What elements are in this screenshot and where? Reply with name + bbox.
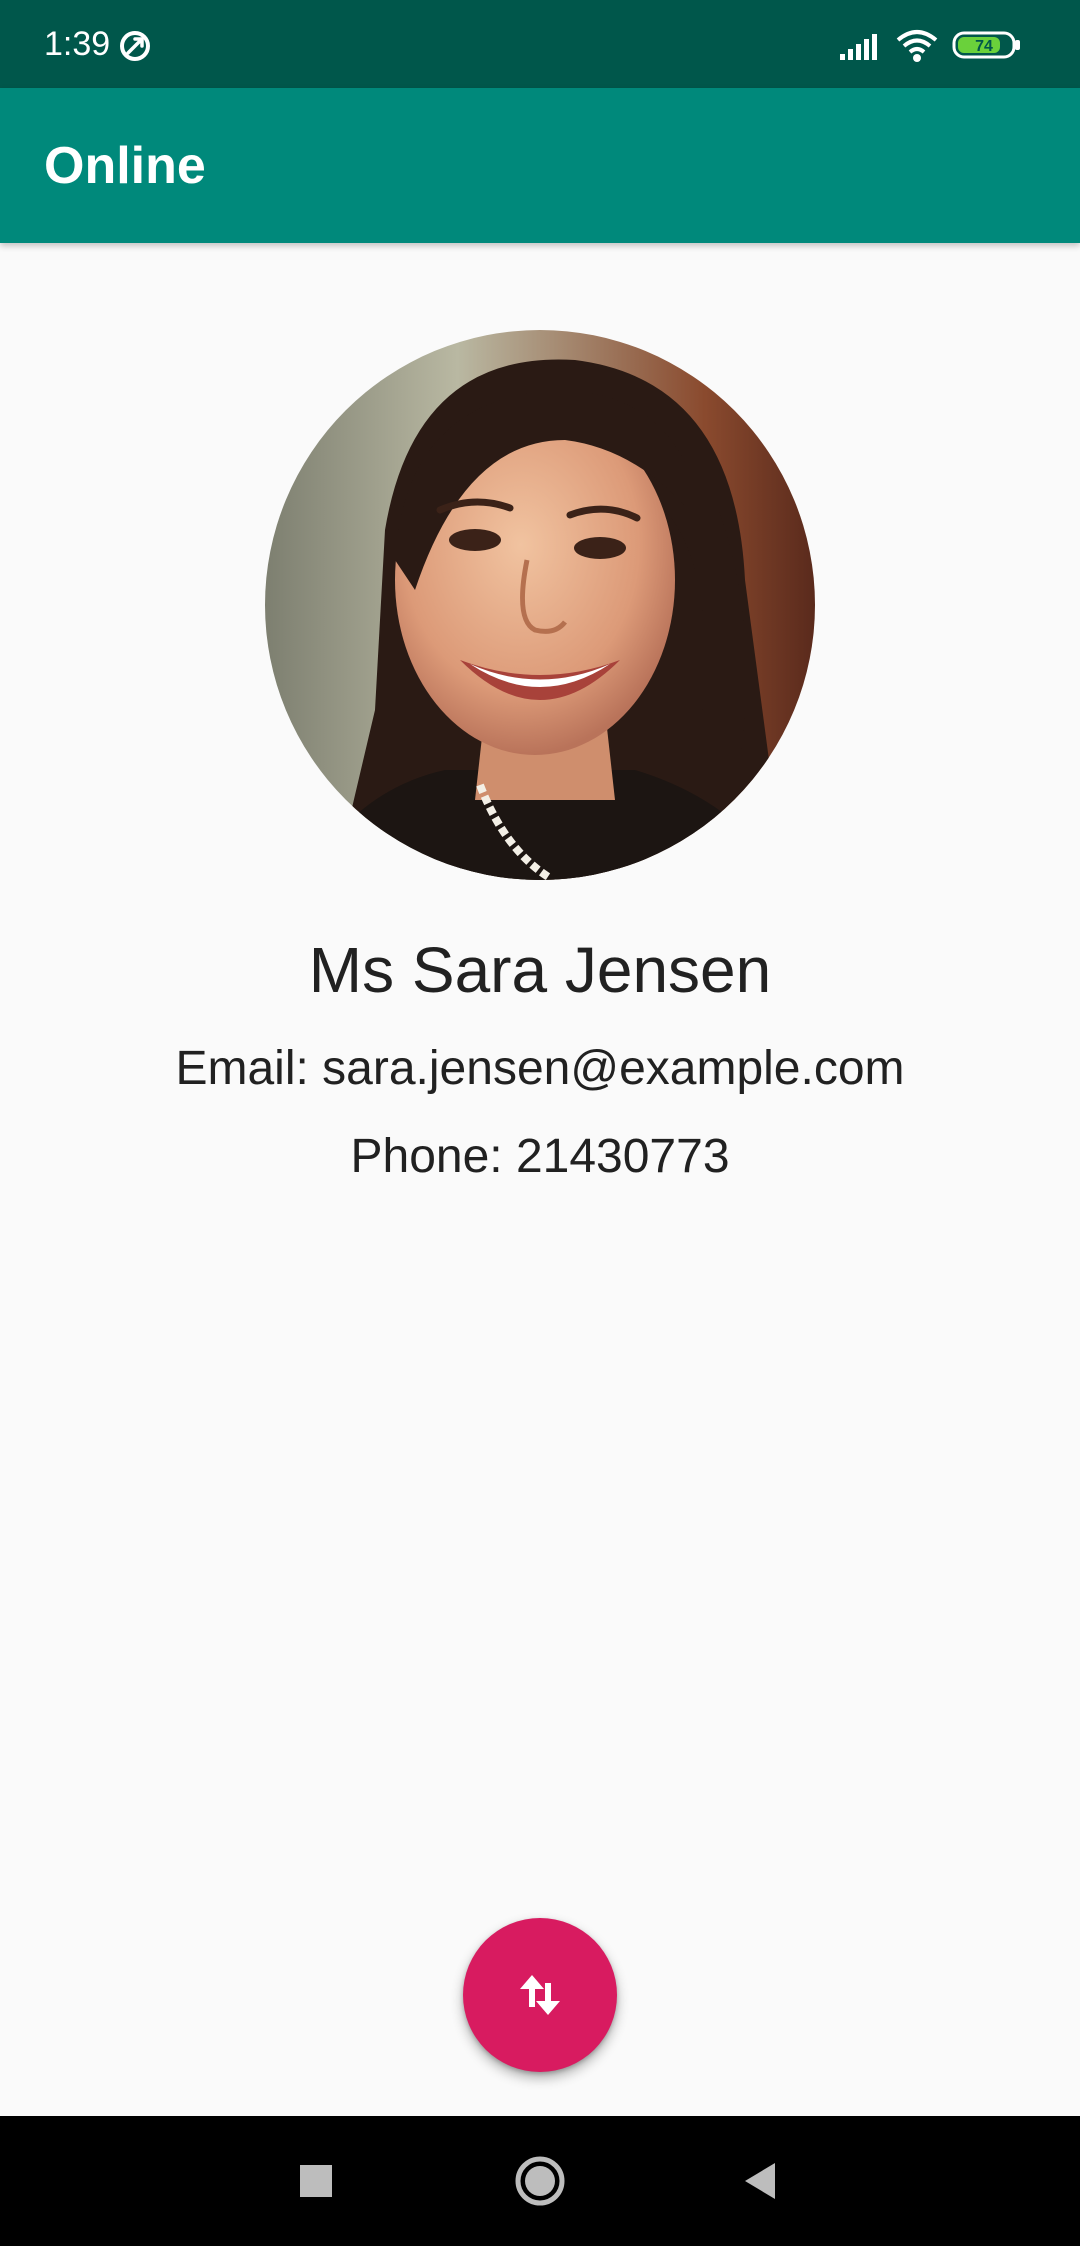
battery-icon: 74: [952, 31, 1020, 59]
home-icon[interactable]: [505, 2146, 575, 2216]
back-icon[interactable]: [725, 2146, 795, 2216]
swap-vertical-icon: [520, 1975, 560, 2015]
profile-avatar: [265, 330, 815, 880]
navigation-bar: [0, 2116, 1080, 2246]
swap-fab-button[interactable]: [463, 1918, 617, 2072]
sync-icon: [120, 31, 150, 61]
screen: 1:39 74 Online Ms Sara Jensen Email: sar…: [0, 0, 1080, 2246]
wifi-icon: [896, 30, 938, 62]
status-time: 1:39: [44, 25, 111, 63]
battery-level: 74: [975, 38, 993, 55]
profile-name: Ms Sara Jensen: [308, 934, 772, 1006]
app-bar: Online: [0, 88, 1080, 243]
signal-icon: [840, 34, 877, 60]
profile-email: Email: sara.jensen@example.com: [175, 1042, 905, 1095]
recents-icon[interactable]: [281, 2146, 351, 2216]
status-bar: 1:39 74: [0, 0, 1080, 88]
app-title: Online: [44, 137, 206, 195]
profile-phone: Phone: 21430773: [350, 1130, 730, 1183]
